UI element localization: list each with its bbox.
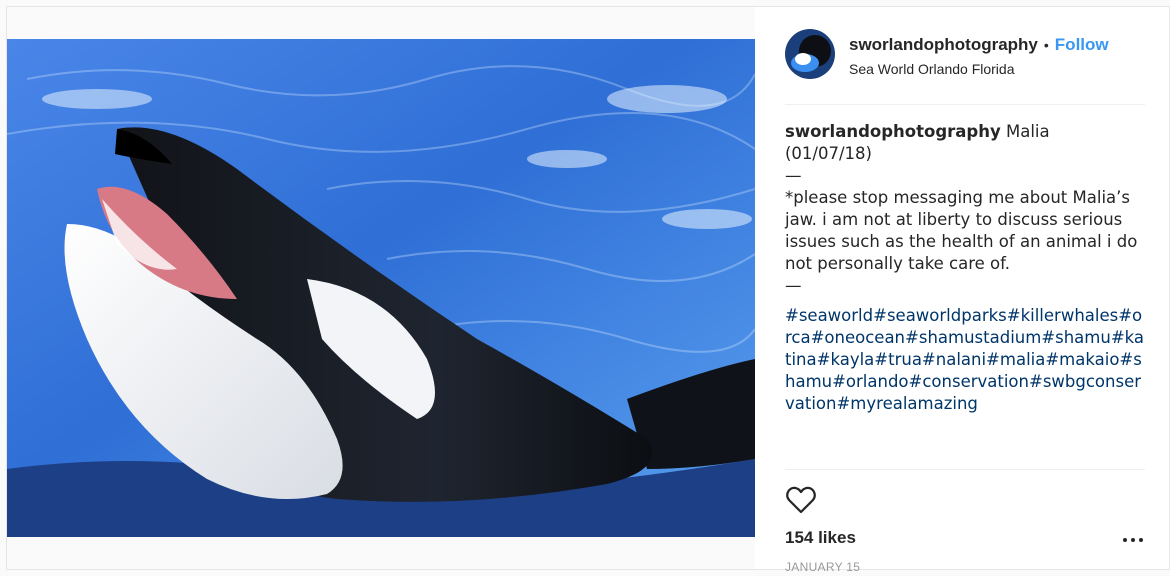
username-row: sworlandophotography • Follow [849, 35, 1109, 55]
caption-divider: — [785, 166, 802, 185]
more-horizontal-icon[interactable] [1121, 530, 1145, 550]
photo-area [7, 7, 755, 569]
caption-username[interactable]: sworlandophotography [785, 122, 1001, 141]
post-header: sworlandophotography • Follow Sea World … [785, 29, 1145, 105]
hashtags[interactable]: #seaworld#seaworldparks#killerwhales#orc… [785, 305, 1145, 415]
caption-date: (01/07/18) [785, 144, 872, 163]
caption-divider-2: — [785, 276, 802, 295]
post-date: JANUARY 15 [785, 560, 861, 574]
caption-body: *please stop messaging me about Malia’s … [785, 188, 1138, 273]
separator-dot: • [1043, 37, 1049, 53]
follow-button[interactable]: Follow [1055, 35, 1109, 55]
caption-title: Malia [1005, 122, 1050, 141]
post-frame: sworlandophotography • Follow Sea World … [6, 6, 1170, 574]
header-text: sworlandophotography • Follow Sea World … [849, 35, 1109, 77]
location-link[interactable]: Sea World Orlando Florida [849, 61, 1109, 77]
post-photo[interactable] [7, 39, 755, 537]
avatar-image [785, 29, 835, 79]
caption: sworlandophotography Malia (01/07/18) — … [785, 121, 1145, 415]
actions-bar: 154 likes JANUARY 15 [785, 469, 1145, 574]
heart-outline-icon[interactable] [785, 484, 817, 516]
avatar[interactable] [785, 29, 835, 79]
username-link[interactable]: sworlandophotography [849, 35, 1038, 55]
likes-count[interactable]: 154 likes [785, 528, 856, 548]
side-panel: sworlandophotography • Follow Sea World … [755, 7, 1169, 574]
